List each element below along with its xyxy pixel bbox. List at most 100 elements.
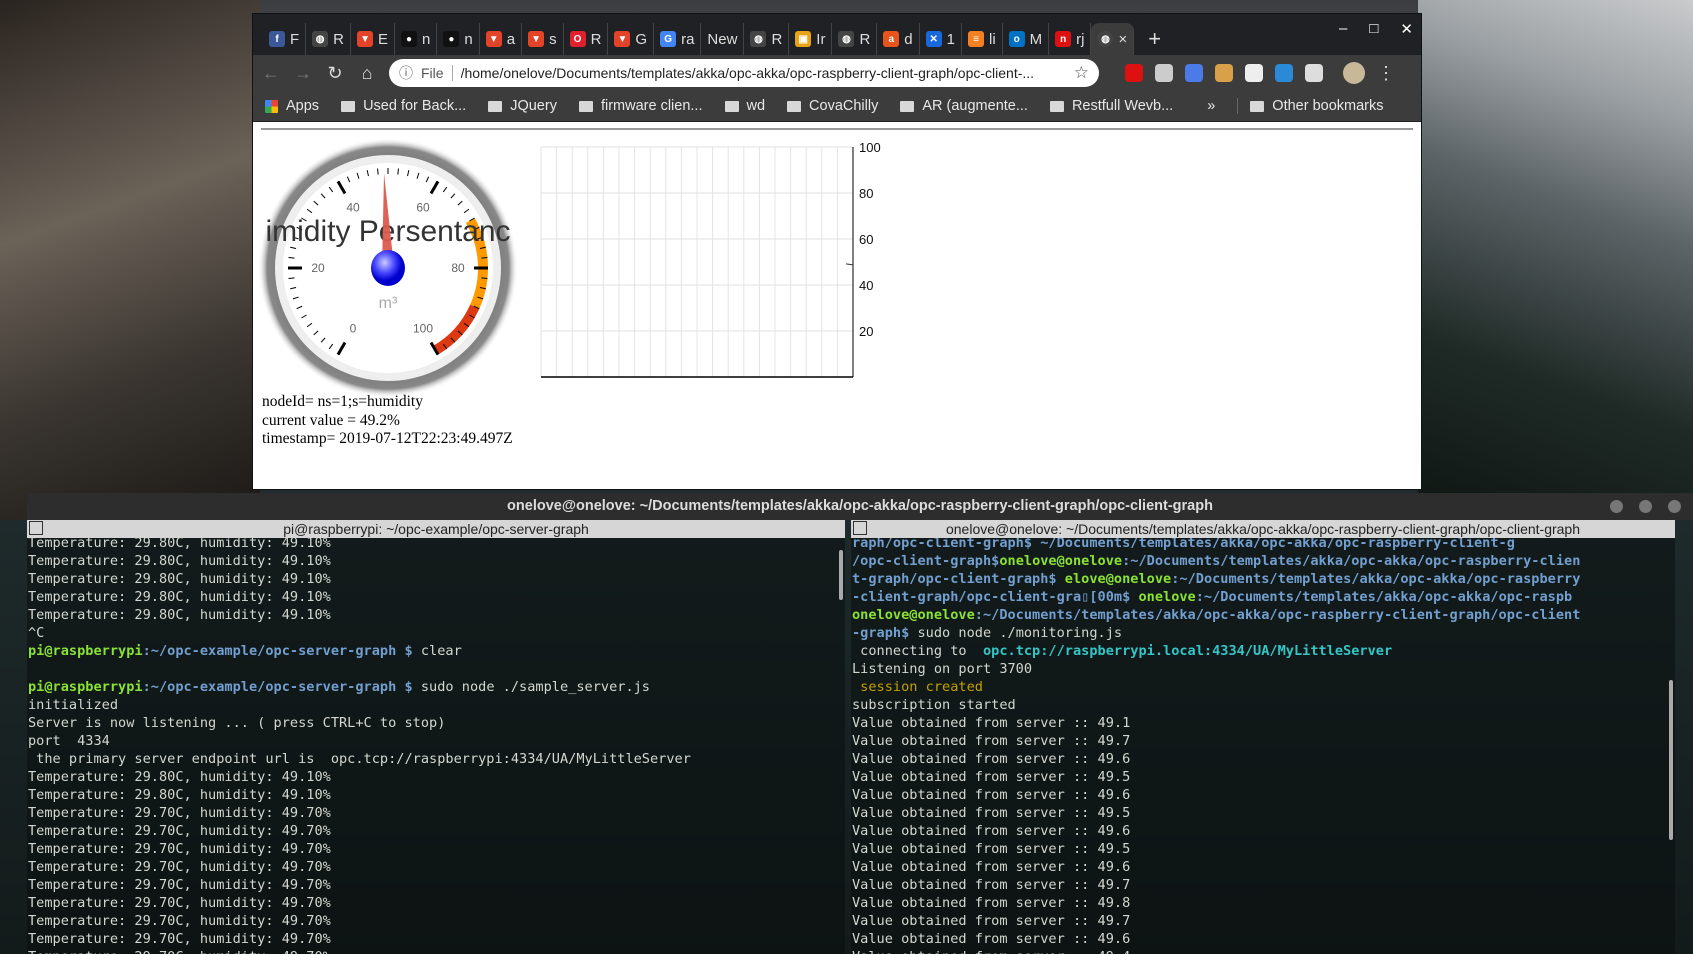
other-bookmarks[interactable]: Other bookmarks: [1237, 98, 1384, 114]
tab[interactable]: ≡ li: [962, 23, 1003, 55]
menu-icon[interactable]: ⋮: [1377, 63, 1395, 84]
extension-icon[interactable]: [1305, 64, 1323, 82]
bookmark-item[interactable]: JQuery: [488, 98, 557, 114]
extension-icon[interactable]: [1215, 64, 1233, 82]
tab[interactable]: n rj: [1049, 23, 1092, 55]
url-input[interactable]: /home/onelove/Documents/templates/akka/o…: [461, 65, 1066, 81]
tab[interactable]: ▼ E: [351, 23, 396, 55]
extension-icon[interactable]: [1245, 64, 1263, 82]
tab[interactable]: ● n: [437, 23, 480, 55]
close-button[interactable]: [1668, 500, 1681, 513]
terminal-line: Value obtained from server :: 49.8: [852, 894, 1675, 912]
home-button[interactable]: ⌂: [357, 63, 377, 84]
close-tab-icon[interactable]: ×: [1118, 31, 1127, 48]
folder-icon: [341, 100, 356, 112]
tab[interactable]: OR: [564, 23, 609, 55]
terminal-pane-left[interactable]: pi@raspberrypi: ~/opc-example/opc-server…: [27, 520, 845, 954]
close-window-button[interactable]: ✕: [1400, 20, 1413, 38]
tab[interactable]: ▼ G: [608, 23, 655, 55]
tab-label: rj: [1076, 30, 1085, 48]
gauge-tick-label: 60: [416, 200, 430, 214]
extension-icon[interactable]: [1275, 64, 1293, 82]
bookmark-item[interactable]: Used for Back...: [341, 98, 466, 114]
bookmark-item[interactable]: firmware clien...: [578, 98, 703, 114]
tab-label: n: [464, 30, 473, 48]
tab[interactable]: ▣ Ir: [789, 23, 833, 55]
current-value: current value = 49.2%: [262, 411, 400, 429]
terminal-pane-right[interactable]: onelove@onelove: ~/Documents/templates/a…: [851, 520, 1675, 954]
new-tab-button[interactable]: +: [1134, 23, 1175, 55]
maximize-button[interactable]: [1639, 500, 1652, 513]
back-button[interactable]: ←: [261, 63, 281, 84]
terminal-text: -graph$: [852, 625, 910, 641]
apps-shortcut[interactable]: Apps: [265, 98, 319, 114]
extension-icon[interactable]: [1185, 64, 1203, 82]
confluence-icon: ✕: [925, 31, 942, 47]
terminal-text: t-graph/opc-client-graph$: [852, 571, 1065, 587]
folder-icon: [787, 100, 802, 112]
terminal-text: port 4334: [28, 733, 110, 749]
terminal-title: onelove@onelove: ~/Documents/templates/a…: [27, 493, 1693, 520]
extension-icon[interactable]: [1125, 64, 1143, 82]
scrollbar[interactable]: [1669, 680, 1673, 840]
forward-button[interactable]: →: [293, 63, 313, 84]
terminal-text: :~/opc-example/opc-server-graph $: [142, 679, 413, 695]
tab[interactable]: ✕ 1: [920, 23, 962, 55]
tab-label: n: [422, 30, 431, 48]
scrollbar[interactable]: [839, 550, 843, 600]
profile-avatar[interactable]: [1343, 62, 1365, 84]
tab[interactable]: ad: [877, 23, 920, 55]
tab[interactable]: ▼ s: [522, 23, 564, 55]
tab-label: R: [859, 30, 871, 48]
tab[interactable]: ◍ R: [744, 23, 790, 55]
terminal-line: pi@raspberrypi:~/opc-example/opc-server-…: [28, 678, 845, 696]
terminal-text: ▯[00m$: [1081, 589, 1139, 605]
minimize-button[interactable]: [1610, 500, 1623, 513]
scheme-label: File: [421, 65, 453, 81]
bookmark-item[interactable]: wd: [724, 98, 765, 114]
tab[interactable]: ▼ a: [480, 23, 523, 55]
pane-title: pi@raspberrypi: ~/opc-example/opc-server…: [283, 521, 589, 537]
node-id: nodeId= ns=1;s=humidity: [262, 393, 423, 410]
bookmark-item[interactable]: Restfull Wevb...: [1049, 98, 1173, 114]
terminal-line: t-graph/opc-client-graph$ elove@onelove:…: [852, 570, 1675, 588]
maximize-button[interactable]: □: [1369, 20, 1378, 38]
terminal-line: Temperature: 29.70C, humidity: 49.70%: [28, 840, 845, 858]
terminal-line: Temperature: 29.80C, humidity: 49.10%: [28, 552, 845, 570]
minimize-button[interactable]: –: [1339, 20, 1347, 38]
terminal-text: Temperature: 29.80C, humidity: 49.10%: [28, 787, 331, 803]
terminal-line: Temperature: 29.70C, humidity: 49.70%: [28, 930, 845, 948]
terminal-text: Value obtained from server :: 49.5: [852, 805, 1131, 821]
gauge-tick-label: 80: [451, 261, 465, 275]
bookmark-star-icon[interactable]: ☆: [1074, 63, 1089, 83]
tab[interactable]: ◍ R: [306, 23, 352, 55]
folder-icon: [1049, 100, 1064, 112]
terminal-text: Value obtained from server :: 49.7: [852, 913, 1131, 929]
split-icon[interactable]: [853, 521, 867, 535]
bookmark-item[interactable]: CovaChilly: [787, 98, 878, 114]
bookmarks-overflow-button[interactable]: »: [1207, 98, 1215, 114]
terminal-text: Listening on port 3700: [852, 661, 1033, 677]
split-icon[interactable]: [29, 521, 43, 535]
tab[interactable]: fF: [263, 23, 307, 55]
tab[interactable]: Gra: [654, 23, 702, 55]
info-icon[interactable]: ⓘ: [399, 63, 413, 83]
tab[interactable]: ◍ R: [832, 23, 878, 55]
extension-icon[interactable]: [1155, 64, 1173, 82]
pane-header: pi@raspberrypi: ~/opc-example/opc-server…: [27, 520, 845, 538]
terminal-text: Value obtained from server :: 49.6: [852, 751, 1131, 767]
tab[interactable]: ● n: [395, 23, 438, 55]
gauge-tick-label: 20: [311, 261, 325, 275]
tab-active[interactable]: ◍ ×: [1091, 23, 1135, 55]
tab[interactable]: New: [701, 23, 745, 55]
terminal-line: Temperature: 29.80C, humidity: 49.10%: [28, 588, 845, 606]
terminal-text: Value obtained from server :: 49.1: [852, 715, 1131, 731]
reload-button[interactable]: ↻: [325, 63, 345, 84]
terminal-line: Value obtained from server :: 49.6: [852, 858, 1675, 876]
tab[interactable]: oM: [1003, 23, 1050, 55]
bookmark-item[interactable]: AR (augmente...: [900, 98, 1028, 114]
terminal-text: :~/Documents/templates/akka/opc-akka/opc…: [1122, 553, 1581, 569]
bookmark-label: AR (augmente...: [922, 98, 1028, 114]
address-bar[interactable]: ⓘ File /home/onelove/Documents/templates…: [389, 59, 1099, 87]
terminal-line: Value obtained from server :: 49.6: [852, 930, 1675, 948]
